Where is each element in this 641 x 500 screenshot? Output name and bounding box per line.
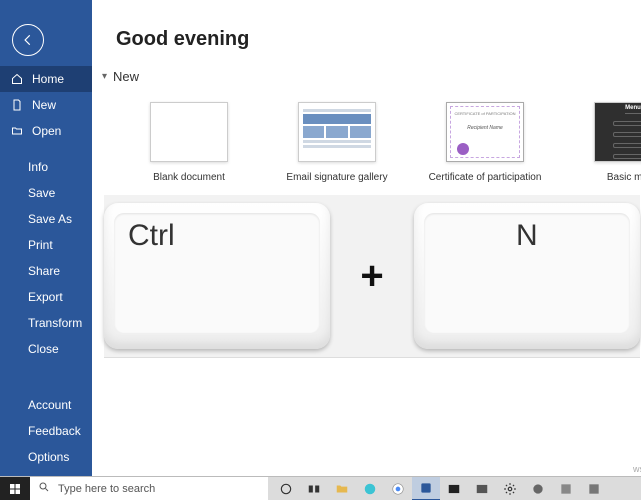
sidebar-item-home[interactable]: Home: [0, 66, 92, 92]
template-caption: Blank document: [153, 172, 225, 183]
backstage-sidebar: Home New Open Info Save Save As Print Sh…: [0, 0, 92, 476]
template-basic-menu[interactable]: Menu Basic menu: [582, 102, 641, 183]
taskbar-app3-icon[interactable]: [552, 477, 580, 500]
sidebar-item-label: Options: [28, 450, 69, 464]
search-placeholder: Type here to search: [58, 483, 155, 495]
windows-taskbar: Type here to search: [0, 476, 641, 500]
home-icon: [10, 72, 24, 86]
keycap-label: N: [516, 219, 538, 253]
template-row: Blank document Email signature gallery C…: [138, 102, 641, 183]
sidebar-item-label: Share: [28, 264, 60, 278]
sidebar-item-label: Account: [28, 398, 71, 412]
taskbar-explorer-icon[interactable]: [328, 477, 356, 500]
template-caption: Basic menu: [607, 172, 641, 183]
sidebar-item-label: Home: [32, 72, 64, 86]
sidebar-item-label: Feedback: [28, 424, 81, 438]
taskbar-app2-icon[interactable]: [524, 477, 552, 500]
sidebar-item-label: Info: [28, 160, 48, 174]
plus-icon: +: [360, 254, 383, 299]
taskbar-taskview-icon[interactable]: [300, 477, 328, 500]
search-icon: [38, 480, 50, 498]
sidebar-item-label: Export: [28, 290, 63, 304]
template-thumbnail: [298, 102, 376, 162]
template-caption: Email signature gallery: [286, 172, 387, 183]
sidebar-item-saveas[interactable]: Save As: [0, 206, 92, 232]
taskbar-chrome-icon[interactable]: [384, 477, 412, 500]
template-email-signature[interactable]: Email signature gallery: [286, 102, 388, 183]
sidebar-item-close[interactable]: Close: [0, 336, 92, 362]
folder-icon: [10, 124, 24, 138]
sidebar-item-label: Open: [32, 124, 61, 138]
template-thumbnail: CERTIFICATE of PARTICIPATION Recipient N…: [446, 102, 524, 162]
keycap-label: Ctrl: [128, 219, 175, 253]
taskbar-app4-icon[interactable]: [580, 477, 608, 500]
sidebar-item-feedback[interactable]: Feedback: [0, 418, 92, 444]
sidebar-item-transform[interactable]: Transform: [0, 310, 92, 336]
sidebar-item-share[interactable]: Share: [0, 258, 92, 284]
taskbar-terminal-icon[interactable]: [440, 477, 468, 500]
sidebar-item-account[interactable]: Account: [0, 392, 92, 418]
new-section-toggle[interactable]: ▾ New: [102, 69, 641, 84]
template-thumbnail: Menu: [594, 102, 641, 162]
taskbar-icons: [268, 477, 641, 500]
template-blank-document[interactable]: Blank document: [138, 102, 240, 183]
watermark: wsxdn.com: [633, 464, 641, 474]
taskbar-settings-icon[interactable]: [496, 477, 524, 500]
main-content: Good evening ▾ New Blank document Email …: [92, 0, 641, 476]
keyboard-shortcut-illustration: Ctrl + N: [104, 195, 640, 357]
sidebar-item-print[interactable]: Print: [0, 232, 92, 258]
chevron-down-icon: ▾: [102, 71, 107, 82]
taskbar-search[interactable]: Type here to search: [30, 477, 268, 500]
start-button[interactable]: [0, 477, 30, 500]
sidebar-item-label: Save: [28, 186, 55, 200]
greeting-heading: Good evening: [116, 28, 641, 51]
keycap-n: N: [414, 203, 640, 349]
template-caption: Certificate of participation: [429, 172, 542, 183]
sidebar-item-options[interactable]: Options: [0, 444, 92, 470]
sidebar-item-info[interactable]: Info: [0, 154, 92, 180]
sidebar-item-open[interactable]: Open: [0, 118, 92, 144]
taskbar-word-icon[interactable]: [412, 477, 440, 500]
taskbar-edge-icon[interactable]: [356, 477, 384, 500]
sidebar-item-export[interactable]: Export: [0, 284, 92, 310]
template-thumbnail: [150, 102, 228, 162]
sidebar-item-label: Save As: [28, 212, 72, 226]
sidebar-item-label: Print: [28, 238, 53, 252]
sidebar-item-label: New: [32, 98, 56, 112]
sidebar-item-save[interactable]: Save: [0, 180, 92, 206]
taskbar-app-icon[interactable]: [468, 477, 496, 500]
section-label: New: [113, 69, 139, 84]
template-certificate[interactable]: CERTIFICATE of PARTICIPATION Recipient N…: [434, 102, 536, 183]
sidebar-item-label: Transform: [28, 316, 82, 330]
newdoc-icon: [10, 98, 24, 112]
taskbar-cortana-icon[interactable]: [272, 477, 300, 500]
keycap-ctrl: Ctrl: [104, 203, 330, 349]
sidebar-item-label: Close: [28, 342, 59, 356]
back-button[interactable]: [12, 24, 44, 56]
sidebar-item-new[interactable]: New: [0, 92, 92, 118]
